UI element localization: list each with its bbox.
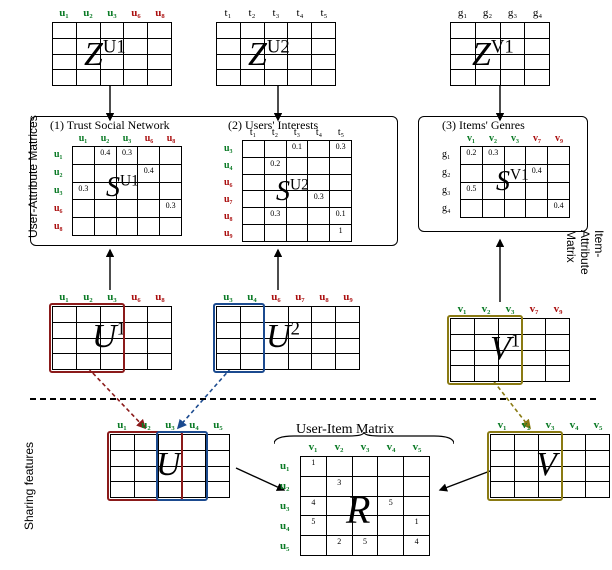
R-grid: 1 3 45 51 254 [300,456,430,556]
genres-caption: (3) Items' Genres [442,118,525,133]
SV1-grid: 0.20.3 0.4 0.5 0.4 [460,146,570,218]
ZU1-grid [52,22,172,86]
V-grid [490,434,610,498]
SU1-grid: 0.40.3 0.4 0.3 0.3 [72,146,182,236]
trust-caption: (1) Trust Social Network [50,118,170,133]
SU2-grid: 0.10.3 0.2 0.3 0.30.1 1 [242,140,352,242]
U-grid [110,434,230,498]
U1-grid [52,306,172,370]
user-attr-label: User-Attribute Matrices [26,115,40,238]
ZU2-grid [216,22,336,86]
U2-grid [216,306,360,370]
brace-icon [274,432,454,446]
V1-grid [450,318,570,382]
diagram-canvas: u₁ u₂ u₃ u₆ u₈ ZU1 t₁t₂t₃t₄t₅ ZU2 g₁g₂g₃… [0,0,612,570]
sharing-label: Sharing features [22,442,36,530]
ZV1-grid [450,22,550,86]
divider-line [30,398,596,400]
item-attr-label: Item-Attribute Matrix [564,230,606,275]
